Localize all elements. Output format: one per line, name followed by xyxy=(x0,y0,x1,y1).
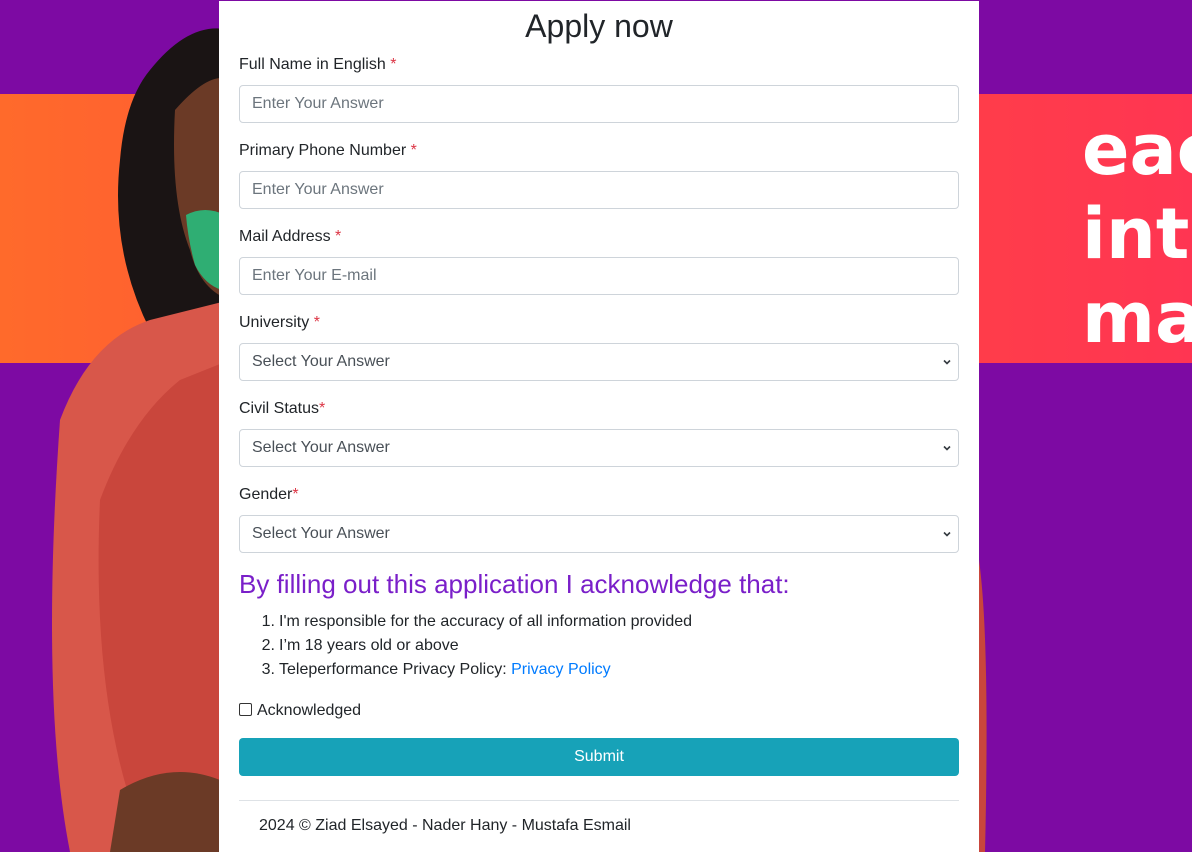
list-item-text: I’m 18 years old or above xyxy=(279,637,459,654)
list-item-text: Teleperformance Privacy Policy: xyxy=(279,661,512,678)
banner-line: inte xyxy=(1082,193,1192,275)
required-marker: * xyxy=(390,56,397,73)
phone-label-text: Primary Phone Number xyxy=(239,142,407,159)
full-name-input[interactable]: Enter Your Answer xyxy=(239,85,959,123)
banner-line: eac xyxy=(1082,109,1192,191)
footer-text: 2024 © Ziad Elsayed - Nader Hany - Musta… xyxy=(259,817,631,834)
list-item-number: 3. xyxy=(261,661,275,678)
list-item: 2. I’m 18 years old or above xyxy=(239,634,959,658)
full-name-label: Full Name in English * xyxy=(239,55,396,75)
banner-line: mat xyxy=(1082,277,1192,359)
list-item-number: 1. xyxy=(261,613,275,630)
phone-placeholder: Enter Your Answer xyxy=(252,181,384,198)
gender-label-text: Gender xyxy=(239,486,293,503)
full-name-label-text: Full Name in English xyxy=(239,56,386,73)
chevron-down-icon xyxy=(943,531,951,537)
mail-placeholder: Enter Your E-mail xyxy=(252,267,377,284)
gender-label: Gender* xyxy=(239,485,299,505)
civil-status-label: Civil Status* xyxy=(239,399,325,419)
university-selected-value: Select Your Answer xyxy=(252,353,390,370)
gender-selected-value: Select Your Answer xyxy=(252,525,390,542)
required-marker: * xyxy=(313,314,320,331)
application-form-card: Apply now Full Name in English * Enter Y… xyxy=(219,1,979,852)
form-title: Apply now xyxy=(525,8,673,44)
list-item: 3. Teleperformance Privacy Policy: Privac… xyxy=(239,658,959,682)
mail-input[interactable]: Enter Your E-mail xyxy=(239,257,959,295)
university-label-text: University xyxy=(239,314,310,331)
privacy-policy-link[interactable]: Privacy Policy xyxy=(511,661,611,678)
phone-label: Primary Phone Number * xyxy=(239,141,417,161)
mail-label-text: Mail Address xyxy=(239,228,331,245)
list-item: 1. I'm responsible for the accuracy of al… xyxy=(239,610,959,634)
acknowledged-checkbox-label[interactable]: Acknowledged xyxy=(257,702,361,719)
acknowledged-checkbox-row[interactable]: Acknowledged xyxy=(239,700,361,722)
list-item-text: I'm responsible for the accuracy of all … xyxy=(279,613,693,630)
banner-text: eac inte mat xyxy=(1082,108,1192,360)
full-name-placeholder: Enter Your Answer xyxy=(252,95,384,112)
required-marker: * xyxy=(410,142,417,159)
university-select[interactable]: Select Your Answer xyxy=(239,343,959,381)
chevron-down-icon xyxy=(943,359,951,365)
required-marker: * xyxy=(319,400,326,417)
list-item-number: 2. xyxy=(261,637,275,654)
acknowledge-heading: By filling out this application I acknow… xyxy=(239,569,790,599)
university-label: University * xyxy=(239,313,320,333)
required-marker: * xyxy=(292,486,299,503)
chevron-down-icon xyxy=(943,445,951,451)
page: eac inte mat Apply now Full Name in Engl… xyxy=(0,0,1192,852)
submit-button[interactable]: Submit xyxy=(239,738,959,776)
divider xyxy=(239,800,959,801)
civil-status-label-text: Civil Status xyxy=(239,400,320,417)
mail-label: Mail Address * xyxy=(239,227,341,247)
gender-select[interactable]: Select Your Answer xyxy=(239,515,959,553)
required-marker: * xyxy=(335,228,342,245)
acknowledged-checkbox[interactable] xyxy=(239,703,252,716)
civil-status-selected-value: Select Your Answer xyxy=(252,439,390,456)
civil-status-select[interactable]: Select Your Answer xyxy=(239,429,959,467)
acknowledge-list: 1. I'm responsible for the accuracy of al… xyxy=(239,610,959,682)
phone-input[interactable]: Enter Your Answer xyxy=(239,171,959,209)
